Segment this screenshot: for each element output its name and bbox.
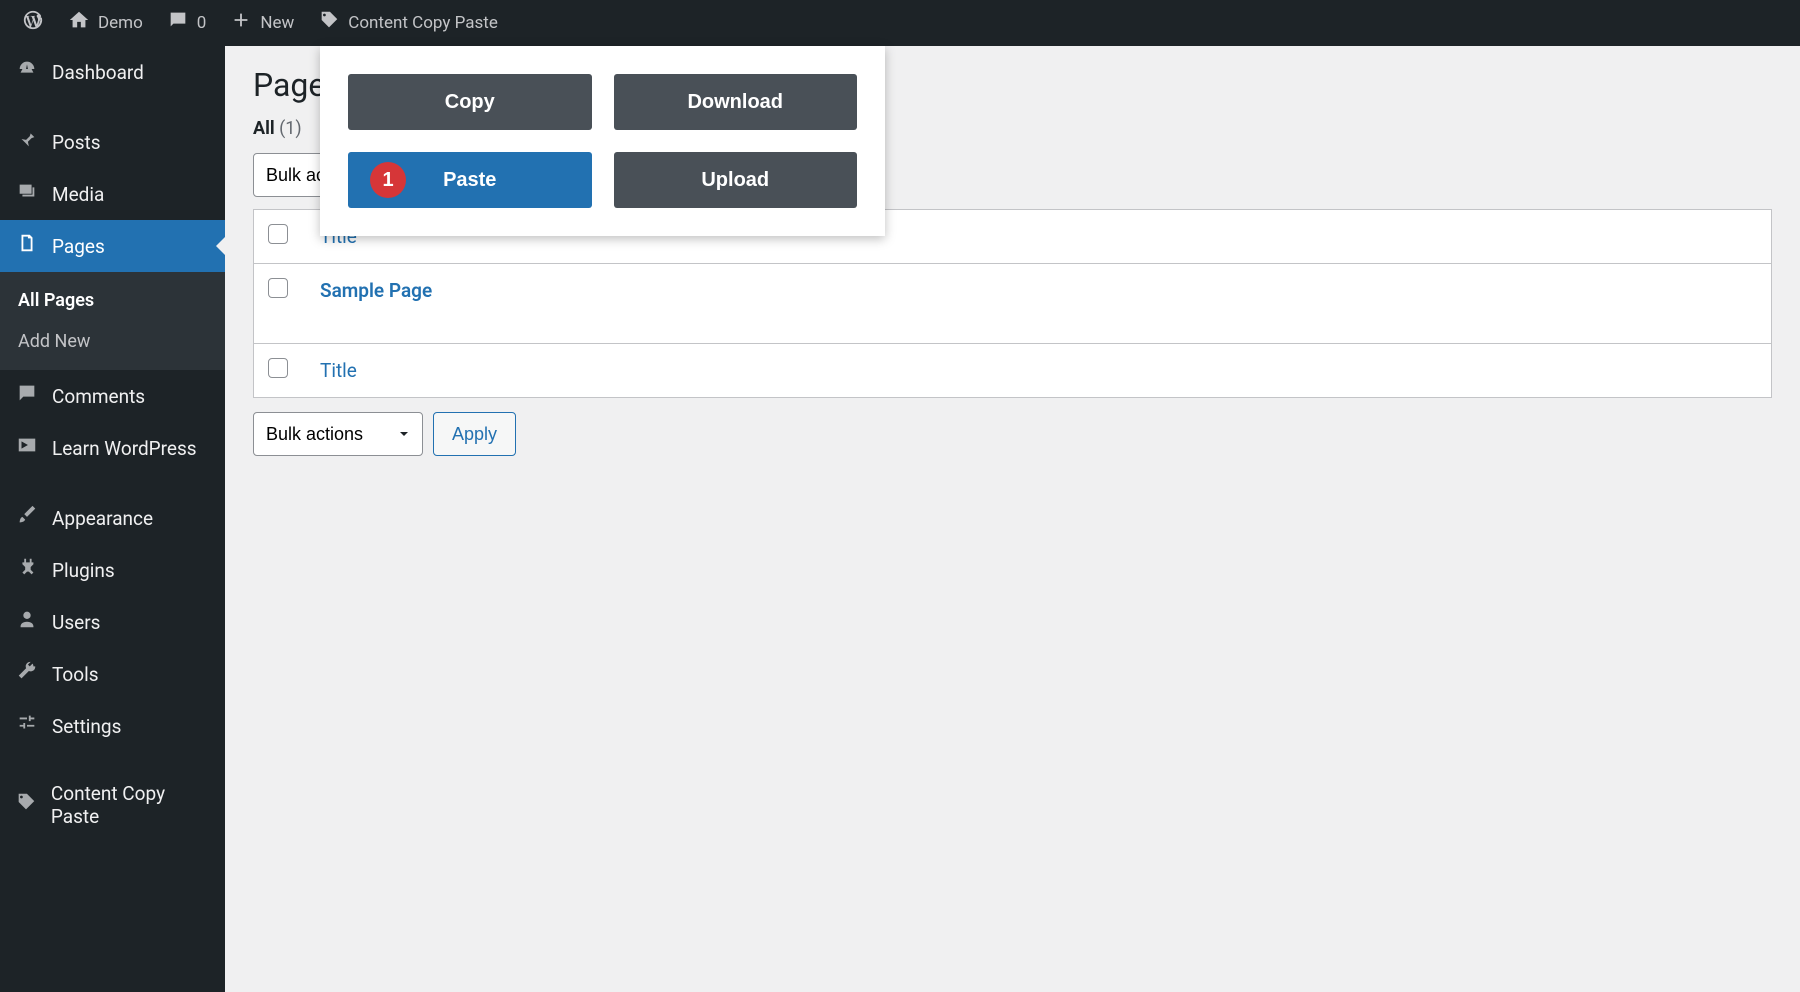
wrench-icon xyxy=(14,660,40,688)
menu-label: Posts xyxy=(52,131,101,154)
submenu-all-pages[interactable]: All Pages xyxy=(0,280,225,321)
plugin-label: Content Copy Paste xyxy=(348,13,498,33)
menu-comments[interactable]: Comments xyxy=(0,370,225,422)
table-row: Sample Page xyxy=(254,264,1772,344)
menu-label: Media xyxy=(52,183,104,206)
admin-toolbar: Demo 0 New Content Copy Paste xyxy=(0,0,1800,46)
site-name: Demo xyxy=(98,13,143,33)
plus-icon xyxy=(230,9,252,37)
menu-label: Pages xyxy=(52,235,105,258)
sliders-icon xyxy=(14,712,40,740)
filter-all-link[interactable]: All xyxy=(253,118,275,139)
menu-label: Plugins xyxy=(52,559,115,582)
upload-button[interactable]: Upload xyxy=(614,152,858,208)
submenu-add-new[interactable]: Add New xyxy=(0,321,225,362)
comment-icon xyxy=(167,9,189,37)
new-label: New xyxy=(260,13,294,33)
comments-icon xyxy=(14,382,40,410)
pages-icon xyxy=(14,232,40,260)
menu-dashboard[interactable]: Dashboard xyxy=(0,46,225,98)
step-badge: 1 xyxy=(370,162,406,198)
wp-logo[interactable] xyxy=(10,0,56,46)
menu-content-copy-paste[interactable]: Content Copy Paste xyxy=(0,770,225,840)
menu-label: Content Copy Paste xyxy=(51,782,211,828)
tag-icon xyxy=(14,791,39,819)
menu-label: Comments xyxy=(52,385,145,408)
menu-label: Tools xyxy=(52,663,99,686)
media-icon xyxy=(14,180,40,208)
user-icon xyxy=(14,608,40,636)
dashboard-icon xyxy=(14,58,40,86)
column-title-footer[interactable]: Title xyxy=(304,344,1772,398)
site-home-link[interactable]: Demo xyxy=(56,0,155,46)
pages-table: Title Sample Page Title xyxy=(253,209,1772,398)
plug-icon xyxy=(14,556,40,584)
bulk-actions-bottom: Bulk actions Apply xyxy=(253,412,1772,456)
wordpress-icon xyxy=(22,9,44,37)
admin-sidebar: Dashboard Posts Media Pages All Pages Ad… xyxy=(0,46,225,992)
select-all-top[interactable] xyxy=(268,224,288,244)
brush-icon xyxy=(14,504,40,532)
download-button[interactable]: Download xyxy=(614,74,858,130)
select-all-bottom[interactable] xyxy=(268,358,288,378)
new-content-link[interactable]: New xyxy=(218,0,306,46)
menu-users[interactable]: Users xyxy=(0,596,225,648)
content-copy-paste-dropdown: Copy Download 1 Paste Upload xyxy=(320,46,885,236)
menu-appearance[interactable]: Appearance xyxy=(0,492,225,544)
menu-settings[interactable]: Settings xyxy=(0,700,225,752)
page-title-link[interactable]: Sample Page xyxy=(320,279,432,302)
menu-posts[interactable]: Posts xyxy=(0,116,225,168)
comments-link[interactable]: 0 xyxy=(155,0,219,46)
menu-pages[interactable]: Pages xyxy=(0,220,225,272)
content-copy-paste-menu[interactable]: Content Copy Paste xyxy=(306,0,510,46)
filter-all-count: (1) xyxy=(279,118,302,139)
menu-label: Users xyxy=(52,611,100,634)
tag-icon xyxy=(318,9,340,37)
paste-button[interactable]: 1 Paste xyxy=(348,152,592,208)
pin-icon xyxy=(14,128,40,156)
bulk-actions-select-bottom[interactable]: Bulk actions xyxy=(253,412,423,456)
pages-submenu: All Pages Add New xyxy=(0,272,225,370)
comments-count: 0 xyxy=(197,13,207,33)
video-icon xyxy=(14,434,40,462)
menu-label: Learn WordPress xyxy=(52,437,197,460)
copy-button[interactable]: Copy xyxy=(348,74,592,130)
menu-media[interactable]: Media xyxy=(0,168,225,220)
home-icon xyxy=(68,9,90,37)
row-checkbox[interactable] xyxy=(268,278,288,298)
menu-tools[interactable]: Tools xyxy=(0,648,225,700)
menu-label: Appearance xyxy=(52,507,153,530)
menu-learn-wordpress[interactable]: Learn WordPress xyxy=(0,422,225,474)
menu-label: Settings xyxy=(52,715,121,738)
menu-plugins[interactable]: Plugins xyxy=(0,544,225,596)
menu-label: Dashboard xyxy=(52,61,144,84)
apply-button-bottom[interactable]: Apply xyxy=(433,412,516,456)
